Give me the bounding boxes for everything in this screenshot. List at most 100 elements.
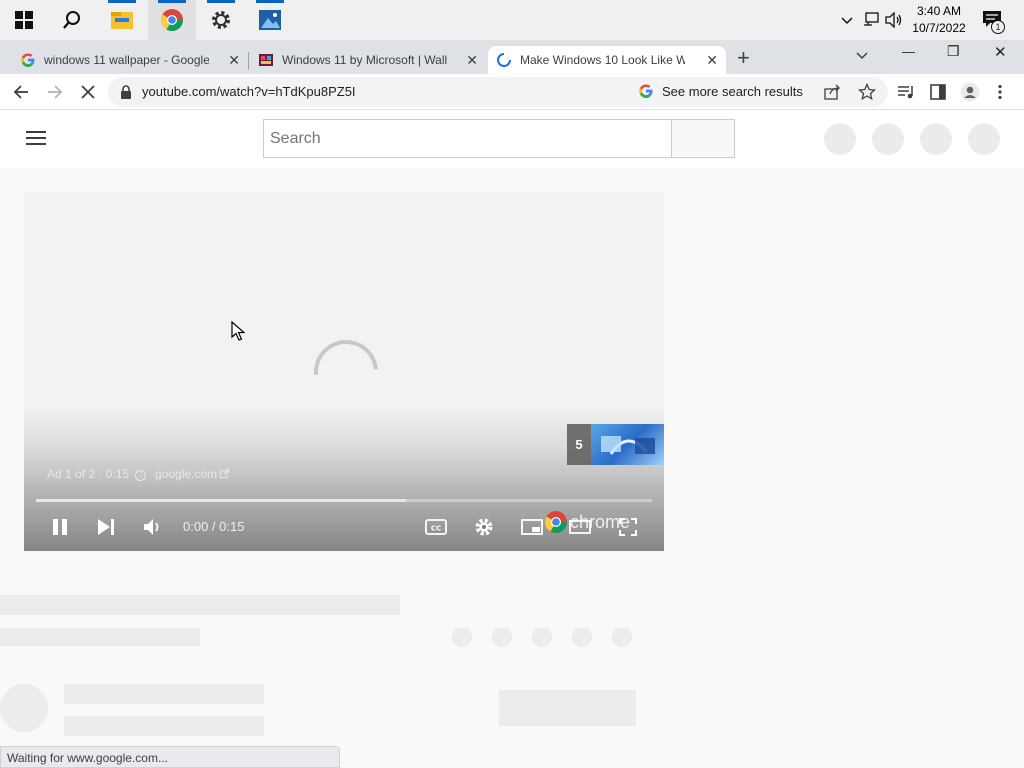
watermark-text: chrome: [570, 511, 631, 532]
settings-gear-icon[interactable]: [197, 0, 245, 40]
pause-icon: [53, 519, 67, 535]
chrome-icon[interactable]: [148, 0, 196, 40]
side-search-label: See more search results: [662, 83, 803, 99]
more-menu-icon[interactable]: [997, 84, 1003, 105]
status-bubble: Waiting for www.google.com...: [0, 746, 340, 768]
tab-close-icon[interactable]: ✕: [466, 52, 478, 68]
volume-icon[interactable]: [885, 11, 903, 33]
side-panel-icon[interactable]: [930, 84, 946, 105]
skeleton-action-dot: [532, 627, 552, 647]
media-controls-icon[interactable]: [897, 84, 915, 105]
captions-button[interactable]: CC: [418, 512, 454, 542]
settings-gear-icon: [475, 518, 493, 536]
file-explorer-icon[interactable]: [98, 0, 146, 40]
search-icon[interactable]: [48, 0, 96, 40]
tab-title: Make Windows 10 Look Like Win: [520, 53, 685, 67]
address-bar[interactable]: youtube.com/watch?v=hTdKpu8PZ5I See more…: [108, 77, 888, 107]
youtube-content: 5 Ad 1 of 2 · 0:15 i google.com 0:00 / 0…: [0, 168, 1024, 768]
tab-google-search[interactable]: windows 11 wallpaper - Google S ✕: [12, 46, 248, 74]
placeholder-avatar: [872, 123, 904, 155]
mute-button[interactable]: [135, 512, 171, 542]
tab-youtube-video[interactable]: Make Windows 10 Look Like Win ✕: [488, 46, 726, 74]
bookmark-star-icon[interactable]: [857, 82, 877, 106]
placeholder-avatar: [920, 123, 952, 155]
settings-button[interactable]: [466, 512, 502, 542]
share-icon[interactable]: [824, 84, 842, 105]
url-text: youtube.com/watch?v=hTdKpu8PZ5I: [142, 84, 356, 99]
google-g-icon: [639, 84, 653, 98]
ad-label-text: Ad 1 of 2 · 0:15: [47, 467, 130, 481]
pause-button[interactable]: [42, 512, 78, 542]
windows-taskbar: 3:40 AM 10/7/2022 1: [0, 0, 1024, 40]
placeholder-avatar: [968, 123, 1000, 155]
minimize-button[interactable]: —: [902, 44, 915, 59]
skeleton-title: [0, 595, 400, 615]
tab-separator: [248, 52, 249, 70]
tab-wallpaper-site[interactable]: Windows 11 by Microsoft | Wallp ✕: [250, 46, 486, 74]
skeleton-action-dot: [452, 627, 472, 647]
youtube-search-button[interactable]: [671, 119, 735, 158]
google-g-icon: [21, 53, 35, 67]
volume-icon: [144, 519, 159, 535]
skeleton-channel-avatar: [0, 684, 48, 732]
chrome-icon: [545, 511, 567, 533]
loading-spinner-icon: [497, 53, 511, 67]
youtube-masthead: [0, 110, 1024, 168]
svg-text:CC: CC: [431, 525, 441, 533]
ad-count-badge: 5: [567, 424, 591, 465]
notification-center-icon[interactable]: 1: [982, 10, 1005, 34]
ad-advertiser-link[interactable]: google.com: [155, 467, 230, 481]
ad-label: Ad 1 of 2 · 0:15 i: [47, 467, 147, 481]
lock-icon[interactable]: [120, 85, 132, 104]
miniplayer-icon: [521, 519, 543, 535]
forward-arrow-icon[interactable]: [46, 83, 64, 106]
skip-next-icon: [98, 519, 114, 535]
loading-spinner-icon: [300, 326, 392, 418]
placeholder-avatar: [824, 123, 856, 155]
skeleton-action-dot: [492, 627, 512, 647]
ad-preview-image: [591, 424, 664, 465]
browser-tab-strip: windows 11 wallpaper - Google S ✕ Window…: [0, 40, 1024, 74]
ad-thumbnail[interactable]: 5: [567, 424, 664, 465]
tab-close-icon[interactable]: ✕: [706, 52, 718, 68]
hamburger-menu-icon[interactable]: [26, 130, 46, 151]
tab-close-icon[interactable]: ✕: [228, 52, 240, 68]
tray-chevron-up-icon[interactable]: [840, 13, 854, 32]
photos-icon[interactable]: [246, 0, 294, 40]
browser-toolbar: youtube.com/watch?v=hTdKpu8PZ5I See more…: [0, 74, 1024, 110]
back-arrow-icon[interactable]: [12, 83, 30, 106]
skeleton-action-dot: [612, 627, 632, 647]
info-icon[interactable]: i: [135, 470, 147, 481]
skeleton-subtitle: [0, 628, 200, 646]
skeleton-channel-name: [64, 684, 264, 704]
mouse-cursor-icon: [231, 320, 246, 346]
youtube-search-input[interactable]: [264, 120, 671, 157]
clock-date: 10/7/2022: [912, 21, 966, 35]
windows-start-icon[interactable]: [0, 0, 48, 40]
side-search-chip[interactable]: See more search results: [638, 83, 803, 99]
closed-captions-icon: CC: [425, 519, 447, 535]
profile-avatar-icon[interactable]: [960, 82, 980, 107]
taskbar-clock[interactable]: 3:40 AM 10/7/2022: [906, 3, 972, 37]
stop-loading-icon[interactable]: [80, 84, 96, 105]
tab-title: windows 11 wallpaper - Google S: [44, 53, 209, 67]
skeleton-action-dot: [572, 627, 592, 647]
video-progress-bar[interactable]: [36, 499, 652, 502]
video-time: 0:00 / 0:15: [183, 519, 245, 534]
clock-time: 3:40 AM: [916, 4, 962, 18]
notification-count-badge: 1: [991, 20, 1005, 34]
tab-search-chevron-icon[interactable]: [855, 48, 869, 67]
close-window-button[interactable]: ✕: [994, 43, 1007, 61]
skeleton-subscribe-button: [499, 690, 636, 726]
restore-button[interactable]: ❐: [947, 43, 960, 60]
external-link-icon: [220, 469, 230, 478]
youtube-search-box[interactable]: [263, 119, 672, 158]
video-player[interactable]: 5 Ad 1 of 2 · 0:15 i google.com 0:00 / 0…: [24, 192, 664, 551]
network-icon[interactable]: [862, 12, 880, 33]
new-tab-button[interactable]: +: [737, 47, 750, 69]
progress-fill: [36, 499, 406, 502]
ad-link-text: google.com: [155, 467, 218, 481]
chrome-watermark: chrome: [544, 510, 630, 534]
tab-title: Windows 11 by Microsoft | Wallp: [282, 53, 447, 67]
next-button[interactable]: [88, 512, 124, 542]
